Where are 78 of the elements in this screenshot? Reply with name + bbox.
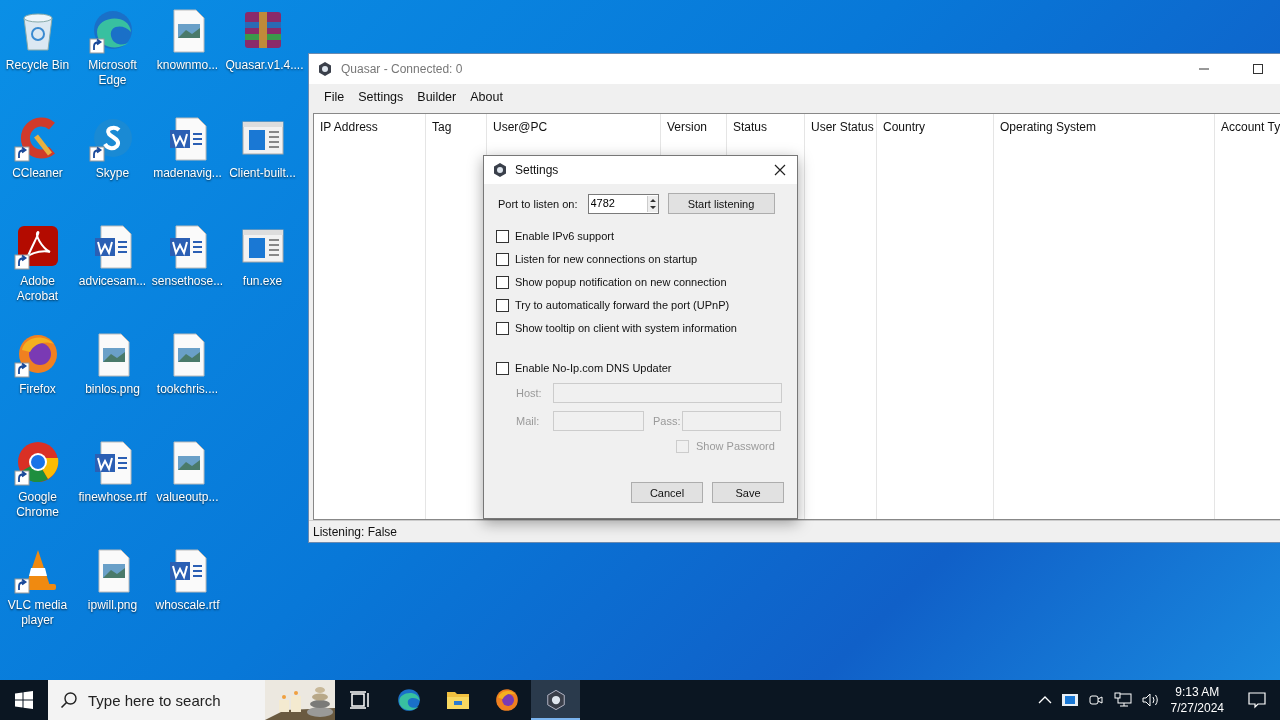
desktop-icon-label[interactable]: CCleaner: [0, 166, 75, 181]
desktop-icon-label[interactable]: VLC media player: [0, 598, 75, 628]
app-icon: [544, 689, 567, 711]
menu-item[interactable]: File: [317, 88, 352, 106]
column-header[interactable]: Version: [661, 114, 726, 140]
desktop-icon-label[interactable]: tookchris....: [150, 382, 225, 397]
menu-item[interactable]: Builder: [410, 88, 464, 106]
desktop-icon-label[interactable]: valueoutp...: [150, 490, 225, 505]
close-icon: [774, 164, 786, 176]
taskbar-app-button[interactable]: [531, 680, 580, 720]
checkbox[interactable]: [496, 229, 509, 243]
desktop-icon-label[interactable]: Adobe Acrobat: [0, 274, 75, 304]
menu-item[interactable]: Settings: [351, 88, 411, 106]
menu-item[interactable]: About: [463, 88, 510, 106]
column-header[interactable]: Country: [877, 114, 993, 140]
desktop-icon-label[interactable]: madenavig...: [150, 166, 225, 181]
checkbox-label[interactable]: Listen for new connections on startup: [515, 253, 698, 265]
column-header[interactable]: User@PC: [487, 114, 660, 140]
checkbox-label[interactable]: Try to automatically forward the port (UPnP): [515, 299, 730, 311]
browser-icon: [493, 687, 520, 713]
checkbox[interactable]: [496, 252, 509, 266]
clock-time: 9:13 AM: [1175, 684, 1220, 700]
window-title: Quasar - Connected: 0: [341, 62, 463, 76]
volume-icon[interactable]: [1141, 692, 1160, 708]
search-icon: [60, 691, 78, 709]
tray-app-icon[interactable]: [1061, 694, 1078, 706]
desktop-icon-label[interactable]: Firefox: [0, 382, 75, 397]
clock-date: 7/27/2024: [1170, 700, 1224, 716]
desktop-icon-label[interactable]: finewhose.rtf: [75, 490, 150, 505]
desktop-icon-label[interactable]: Recycle Bin: [0, 58, 75, 73]
column-header[interactable]: Operating System: [994, 114, 1214, 140]
status-text: Listening: False: [313, 524, 398, 539]
checkbox-label[interactable]: Show popup notification on new connection: [515, 276, 727, 288]
dialog-button[interactable]: Save: [712, 482, 784, 503]
desktop-icon-label[interactable]: Microsoft Edge: [75, 58, 150, 88]
checkbox[interactable]: [496, 321, 509, 335]
folder-icon: [445, 689, 470, 711]
column-header[interactable]: User Status: [805, 114, 876, 140]
camera-icon[interactable]: [1087, 692, 1104, 708]
dialog-button[interactable]: Cancel: [631, 482, 703, 503]
checkbox[interactable]: [496, 275, 509, 289]
dialog-title: Settings: [515, 163, 559, 177]
desktop-icon-label[interactable]: Google Chrome: [0, 490, 75, 520]
column-header[interactable]: IP Address: [314, 114, 425, 140]
pass-label: Pass:: [652, 415, 682, 427]
maximize-icon: [1252, 63, 1264, 75]
network-icon[interactable]: [1113, 692, 1132, 708]
desktop-icon-label[interactable]: whoscale.rtf: [150, 598, 225, 613]
search-field[interactable]: Type here to search: [86, 690, 257, 710]
app-icon: [492, 162, 508, 178]
column-header[interactable]: Tag: [426, 114, 486, 140]
desktop-icon-label[interactable]: Client-built...: [225, 166, 300, 181]
app-icon: [317, 61, 333, 77]
column-header[interactable]: Account Ty: [1215, 114, 1280, 140]
spin-arrows-icon[interactable]: [646, 195, 658, 212]
start-listening-button[interactable]: Start listening: [667, 193, 775, 214]
desktop-icon-label[interactable]: advicesam...: [75, 274, 150, 289]
host-label: Host:: [515, 387, 543, 399]
search-bar[interactable]: Type here to search: [48, 680, 335, 720]
browser-icon: [395, 687, 422, 713]
notification-icon: [1248, 691, 1266, 709]
chevron-up-icon[interactable]: [1037, 695, 1052, 705]
desktop-icon-label[interactable]: sensethose...: [150, 274, 225, 289]
task-view-icon: [348, 689, 371, 711]
desktop-icon-label[interactable]: Skype: [75, 166, 150, 181]
port-spinner[interactable]: 4782: [587, 193, 659, 214]
column-header[interactable]: Status: [727, 114, 804, 140]
checkbox[interactable]: [496, 298, 509, 312]
desktop-icon-label[interactable]: ipwill.png: [75, 598, 150, 613]
desktop-icon-label[interactable]: knownmo...: [150, 58, 225, 73]
mail-label: Mail:: [515, 415, 541, 427]
windows-logo-icon: [15, 691, 33, 709]
checkbox-label[interactable]: Show tooltip on client with system information: [515, 322, 737, 334]
checkbox-label[interactable]: Enable IPv6 support: [515, 230, 615, 242]
desktop-icon-label[interactable]: binlos.png: [75, 382, 150, 397]
port-label: Port to listen on:: [498, 197, 578, 210]
clock[interactable]: 9:13 AM 7/27/2024: [1170, 684, 1224, 716]
desktop-icon-label[interactable]: fun.exe: [225, 274, 300, 289]
